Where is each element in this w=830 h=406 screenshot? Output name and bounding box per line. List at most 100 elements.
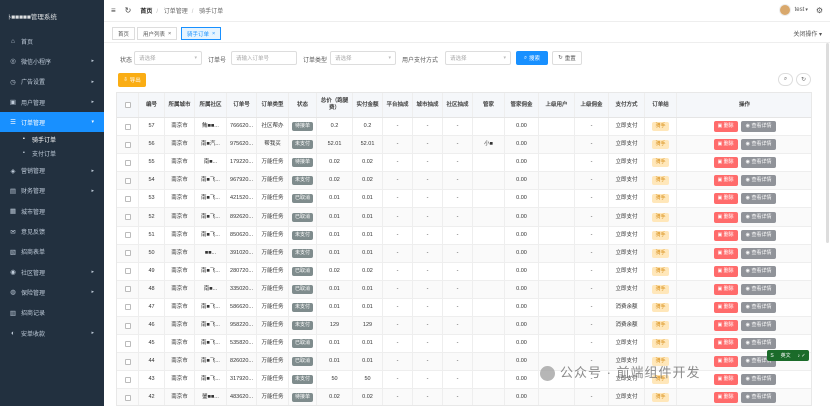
checkbox[interactable] <box>124 214 131 221</box>
delete-button[interactable]: ▣ 删除 <box>713 374 738 386</box>
checkbox[interactable] <box>124 159 131 166</box>
checkbox[interactable] <box>124 304 131 311</box>
delete-button[interactable]: ▣ 删除 <box>713 121 738 133</box>
close-icon[interactable]: × <box>212 31 215 37</box>
refresh-icon[interactable]: ↻ <box>125 6 132 15</box>
row-checkbox-cell[interactable] <box>117 371 139 389</box>
checkbox[interactable] <box>124 195 131 202</box>
delete-button[interactable]: ▣ 删除 <box>713 338 738 350</box>
sidebar-item-insurance[interactable]: ◍ 保险管理 ▸ <box>0 282 104 302</box>
row-checkbox-cell[interactable] <box>117 136 139 154</box>
row-checkbox-cell[interactable] <box>117 118 139 136</box>
sidebar-item-miniprogram[interactable]: ◎ 微信小程序 ▸ <box>0 51 104 71</box>
checkbox[interactable] <box>124 340 131 347</box>
order-no-input[interactable]: 请输入订单号 <box>231 51 297 65</box>
export-button[interactable]: ⇩ 导出 <box>118 73 146 87</box>
checkbox[interactable] <box>124 268 131 275</box>
close-operations-menu[interactable]: 关闭操作 ▾ <box>793 29 822 38</box>
checkbox[interactable] <box>124 123 131 130</box>
delete-button[interactable]: ▣ 删除 <box>713 265 738 277</box>
row-checkbox-cell[interactable] <box>117 244 139 262</box>
row-checkbox-cell[interactable] <box>117 280 139 298</box>
view-details-button[interactable]: ◉ 查看详情 <box>740 175 777 187</box>
search-toggle-icon[interactable]: ⌕ <box>778 73 793 86</box>
menu-toggle-icon[interactable]: ≡ <box>111 6 116 15</box>
sidebar-item-pay-order[interactable]: ▪ 支付订单 <box>0 146 104 160</box>
sidebar-item-user[interactable]: ▣ 用户管理 ▸ <box>0 92 104 112</box>
refresh-table-icon[interactable]: ↻ <box>796 73 811 86</box>
sidebar-item-rider-order[interactable]: ▪ 骑手订单 <box>0 132 104 146</box>
reset-button[interactable]: ↻ 重置 <box>552 51 582 65</box>
sidebar-item-order[interactable]: ☰ 订单管理 ▾ <box>0 112 104 133</box>
view-details-button[interactable]: ◉ 查看详情 <box>740 157 777 169</box>
sidebar-item-ad[interactable]: ◷ 广告设置 ▸ <box>0 72 104 92</box>
view-details-button[interactable]: ◉ 查看详情 <box>740 247 777 259</box>
view-details-button[interactable]: ◉ 查看详情 <box>740 392 777 404</box>
delete-button[interactable]: ▣ 删除 <box>713 301 738 313</box>
user-menu[interactable]: test ▾ ⚙ <box>778 4 823 16</box>
checkbox[interactable] <box>124 102 131 108</box>
pay-method-select[interactable]: 请选择 ▾ <box>445 51 511 65</box>
checkbox[interactable] <box>124 232 131 239</box>
checkbox[interactable] <box>124 376 131 383</box>
delete-button[interactable]: ▣ 删除 <box>713 139 738 151</box>
checkbox[interactable] <box>124 394 131 401</box>
sidebar-item-recruit-record[interactable]: ▥ 招商记录 <box>0 303 104 323</box>
view-details-button[interactable]: ◉ 查看详情 <box>740 320 777 332</box>
username[interactable]: test <box>795 7 805 13</box>
search-button[interactable]: ⌕ 搜索 <box>516 51 548 65</box>
delete-button[interactable]: ▣ 删除 <box>713 157 738 169</box>
view-details-button[interactable]: ◉ 查看详情 <box>740 283 777 295</box>
row-checkbox-cell[interactable] <box>117 190 139 208</box>
row-checkbox-cell[interactable] <box>117 262 139 280</box>
sidebar-item-security[interactable]: ◐ 安单收款 ▸ <box>0 323 104 343</box>
row-checkbox-cell[interactable] <box>117 335 139 353</box>
checkbox[interactable] <box>124 141 131 148</box>
breadcrumb-orders[interactable]: 订单管理 <box>164 9 188 15</box>
sidebar-item-city[interactable]: ▦ 城市管理 <box>0 201 104 221</box>
view-details-button[interactable]: ◉ 查看详情 <box>740 193 777 205</box>
status-select[interactable]: 请选择 ▾ <box>134 51 202 65</box>
delete-button[interactable]: ▣ 删除 <box>713 392 738 404</box>
delete-button[interactable]: ▣ 删除 <box>713 211 738 223</box>
select-all-checkbox[interactable] <box>117 93 139 117</box>
checkbox[interactable] <box>124 286 131 293</box>
delete-button[interactable]: ▣ 删除 <box>713 175 738 187</box>
sidebar-item-finance[interactable]: ▤ 财务管理 ▸ <box>0 181 104 201</box>
row-checkbox-cell[interactable] <box>117 172 139 190</box>
checkbox[interactable] <box>124 177 131 184</box>
sidebar-item-recruit[interactable]: ▧ 招商表单 <box>0 242 104 262</box>
view-details-button[interactable]: ◉ 查看详情 <box>740 301 777 313</box>
checkbox[interactable] <box>124 322 131 329</box>
row-checkbox-cell[interactable] <box>117 353 139 371</box>
view-details-button[interactable]: ◉ 查看详情 <box>740 265 777 277</box>
view-details-button[interactable]: ◉ 查看详情 <box>740 229 777 241</box>
row-checkbox-cell[interactable] <box>117 208 139 226</box>
checkbox[interactable] <box>124 358 131 365</box>
breadcrumb-home[interactable]: 首页 <box>140 9 152 15</box>
tab-home[interactable]: 首页 <box>112 27 136 40</box>
view-details-button[interactable]: ◉ 查看详情 <box>740 121 777 133</box>
row-checkbox-cell[interactable] <box>117 317 139 335</box>
sidebar-item-community[interactable]: ◉ 社区管理 ▸ <box>0 262 104 282</box>
order-type-select[interactable]: 请选择 ▾ <box>330 51 396 65</box>
tab-rider-orders[interactable]: 骑手订单 × <box>181 27 222 40</box>
delete-button[interactable]: ▣ 删除 <box>713 247 738 259</box>
view-details-button[interactable]: ◉ 查看详情 <box>740 139 777 151</box>
delete-button[interactable]: ▣ 删除 <box>713 320 738 332</box>
delete-button[interactable]: ▣ 删除 <box>713 229 738 241</box>
row-checkbox-cell[interactable] <box>117 298 139 317</box>
sidebar-item-marketing[interactable]: ◈ 营销管理 ▸ <box>0 160 104 180</box>
view-details-button[interactable]: ◉ 查看详情 <box>740 338 777 350</box>
sidebar-item-home[interactable]: ⌂ 首页 <box>0 31 104 51</box>
row-checkbox-cell[interactable] <box>117 389 139 405</box>
view-details-button[interactable]: ◉ 查看详情 <box>740 211 777 223</box>
close-icon[interactable]: × <box>168 31 171 37</box>
checkbox[interactable] <box>124 250 131 257</box>
settings-icon[interactable]: ⚙ <box>816 6 823 15</box>
sidebar-item-feedback[interactable]: ✉ 意见反馈 <box>0 221 104 241</box>
row-checkbox-cell[interactable] <box>117 226 139 244</box>
tab-user-list[interactable]: 用户列表 × <box>137 27 178 40</box>
delete-button[interactable]: ▣ 删除 <box>713 193 738 205</box>
page-scrollbar[interactable] <box>826 43 829 243</box>
